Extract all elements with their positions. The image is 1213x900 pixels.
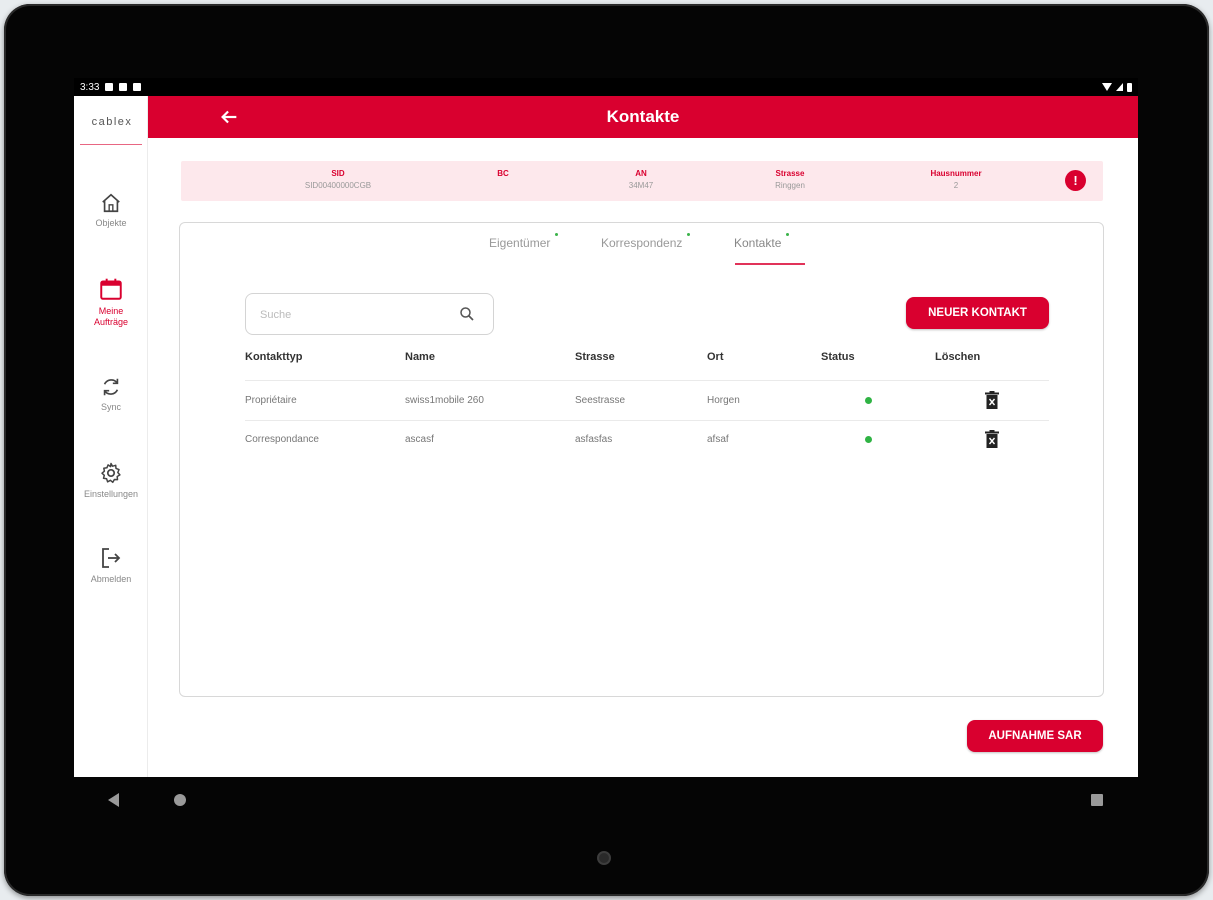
search-icon[interactable] — [458, 305, 476, 323]
sidebar-item-objekte[interactable]: Objekte — [74, 192, 148, 229]
info-key: BC — [497, 169, 509, 178]
sidebar-item-einstellungen[interactable]: Einstellungen — [74, 461, 148, 500]
notification-icon — [133, 83, 142, 91]
system-status-bar: 3:33 — [74, 78, 1138, 96]
info-field-an: AN 34M47 — [581, 169, 701, 190]
column-header-kontakttyp: Kontakttyp — [245, 351, 303, 363]
tab-korrespondenz[interactable]: Korrespondenz — [601, 233, 691, 250]
info-value: 34M47 — [628, 181, 654, 190]
logout-icon — [102, 548, 121, 568]
notification-icon — [119, 83, 128, 91]
home-icon — [102, 193, 120, 213]
search-input[interactable] — [260, 305, 450, 325]
sidebar-item-label: Sync — [100, 402, 121, 412]
info-icon[interactable]: ! — [1065, 170, 1086, 191]
info-key: Hausnummer — [930, 169, 982, 178]
object-info-bar: SID SID00400000CGB BC AN 34M47 Strasse R… — [181, 161, 1103, 201]
sidebar: cablex Objekte Meine Aufträge Sync Einst… — [74, 96, 148, 777]
tab-kontakte[interactable]: Kontakte — [734, 233, 790, 250]
info-key: SID — [331, 169, 345, 178]
column-header-strasse: Strasse — [575, 351, 615, 363]
app-screen: 3:33 cablex Objekte Meine Aufträge Sync … — [74, 78, 1138, 777]
tab-label: Kontakte — [734, 236, 782, 250]
info-value: SID00400000CGB — [304, 181, 372, 190]
sidebar-item-label: Abmelden — [90, 574, 132, 584]
tab-complete-indicator — [687, 233, 691, 236]
tab-label: Eigentümer — [489, 236, 551, 250]
sidebar-item-label: Einstellungen — [83, 489, 139, 499]
search-box — [245, 293, 494, 335]
status-dot — [865, 436, 872, 443]
info-key: AN — [635, 169, 647, 178]
sidebar-item-label: Objekte — [95, 218, 127, 228]
aufnahme-sar-button[interactable]: AUFNAHME SAR — [967, 720, 1103, 752]
tab-complete-indicator — [786, 233, 790, 236]
new-contact-button[interactable]: NEUER KONTAKT — [906, 297, 1049, 329]
arrow-left-icon[interactable] — [218, 106, 240, 128]
column-header-loeschen: Löschen — [935, 351, 981, 363]
row-divider — [245, 420, 1049, 421]
tab-complete-indicator — [555, 233, 559, 236]
tab-label: Korrespondenz — [601, 236, 683, 250]
signal-icon — [1116, 83, 1123, 91]
delete-icon[interactable] — [985, 391, 999, 409]
cell-kontakttyp: Propriétaire — [245, 395, 297, 406]
delete-icon[interactable] — [985, 430, 999, 448]
nav-home-icon[interactable] — [174, 794, 186, 806]
battery-icon — [1127, 82, 1132, 92]
sidebar-item-abmelden[interactable]: Abmelden — [74, 546, 148, 585]
info-field-bc: BC — [443, 169, 563, 181]
status-dot — [865, 397, 872, 404]
calendar-icon — [100, 278, 122, 300]
system-nav-bar — [74, 777, 1138, 823]
nav-recents-icon[interactable] — [1091, 794, 1103, 806]
sync-icon — [103, 378, 119, 396]
info-key: Strasse — [775, 169, 805, 178]
cell-kontakttyp: Correspondance — [245, 434, 319, 445]
info-value: 2 — [953, 181, 959, 190]
nav-back-icon[interactable] — [108, 793, 119, 807]
tab-eigentuemer[interactable]: Eigentümer — [489, 233, 559, 250]
column-header-status: Status — [821, 351, 855, 363]
sidebar-item-meine-auftraege[interactable]: Meine Aufträge — [74, 276, 148, 328]
info-field-strasse: Strasse Ringgen — [730, 169, 850, 190]
notification-icon — [105, 83, 114, 91]
cell-strasse: asfasfas — [575, 434, 613, 445]
column-header-ort: Ort — [707, 351, 724, 363]
wifi-icon — [1102, 83, 1112, 91]
column-header-name: Name — [405, 351, 435, 363]
sidebar-item-label: Meine Aufträge — [93, 306, 129, 327]
app-bar: Kontakte — [148, 96, 1138, 138]
info-value: Ringgen — [775, 181, 805, 190]
cell-name: swiss1mobile 260 — [405, 395, 484, 406]
row-divider — [245, 380, 1049, 381]
cell-name: ascasf — [405, 434, 434, 445]
cell-strasse: Seestrasse — [575, 395, 626, 406]
camera-icon — [597, 851, 611, 865]
cell-ort: Horgen — [707, 395, 740, 406]
sidebar-item-sync[interactable]: Sync — [74, 376, 148, 413]
info-field-sid: SID SID00400000CGB — [278, 169, 398, 190]
active-tab-indicator — [735, 263, 805, 265]
cell-ort: afsaf — [707, 434, 729, 445]
clock: 3:33 — [80, 81, 100, 93]
page-title: Kontakte — [606, 107, 680, 126]
logo-divider — [80, 144, 142, 145]
app-logo: cablex — [91, 116, 133, 128]
gear-icon — [101, 462, 121, 484]
contacts-card: Eigentümer Korrespondenz Kontakte NEUER … — [179, 222, 1104, 697]
info-field-hausnummer: Hausnummer 2 — [896, 169, 1016, 190]
